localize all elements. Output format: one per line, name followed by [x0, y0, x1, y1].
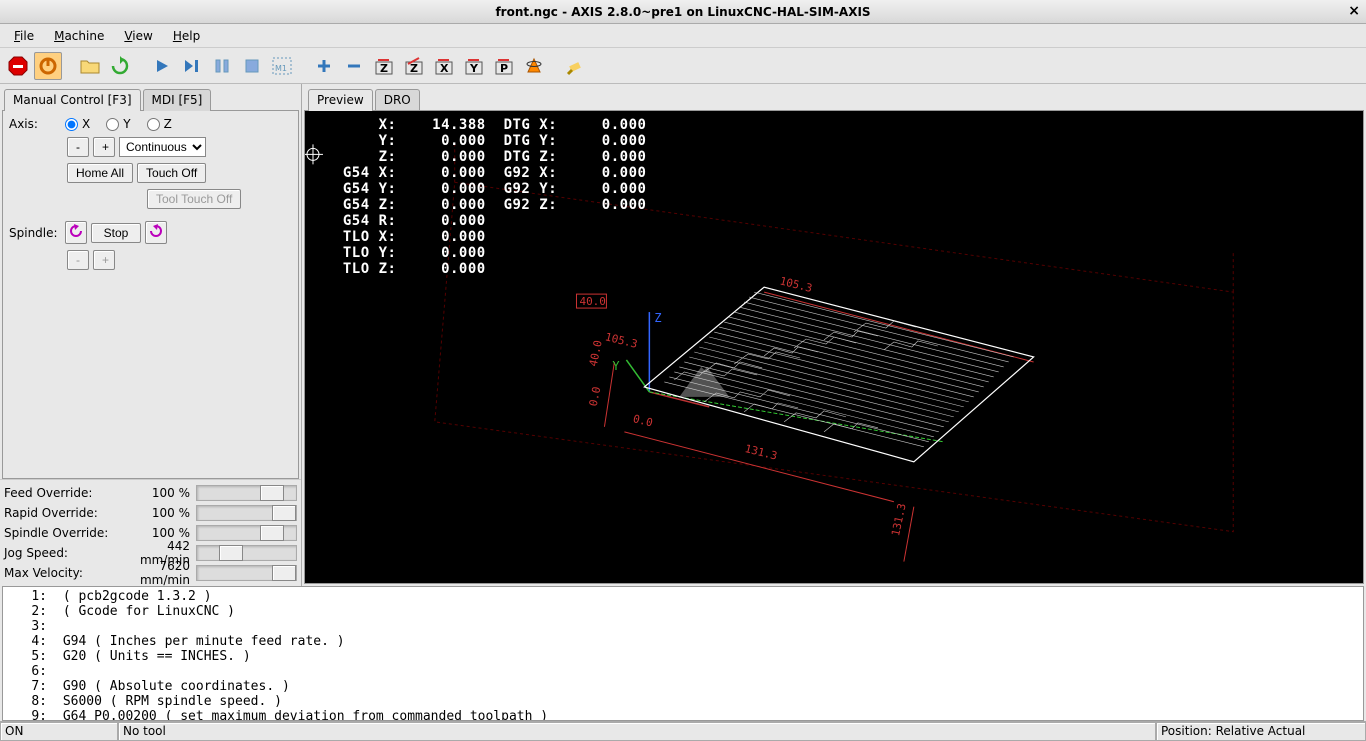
- svg-text:0.0: 0.0: [632, 412, 654, 429]
- pause-icon[interactable]: [208, 52, 236, 80]
- spindle-stop-button[interactable]: Stop: [91, 223, 141, 243]
- override-sliders: Feed Override:100 % Rapid Override:100 %…: [0, 479, 301, 586]
- tool-touch-off-button[interactable]: Tool Touch Off: [147, 189, 241, 209]
- axis-y-radio[interactable]: Y: [106, 117, 130, 131]
- tab-dro[interactable]: DRO: [375, 89, 420, 111]
- axis-x-radio[interactable]: X: [65, 117, 90, 131]
- svg-text:M1: M1: [275, 64, 287, 73]
- menu-help[interactable]: Help: [163, 26, 210, 46]
- tab-preview[interactable]: Preview: [308, 89, 373, 111]
- svg-text:Y: Y: [469, 62, 479, 75]
- skip-icon[interactable]: M1: [268, 52, 296, 80]
- max-velocity-label: Max Velocity:: [4, 566, 114, 580]
- run-icon[interactable]: [148, 52, 176, 80]
- gcode-line[interactable]: 9: G64 P0.00200 ( set maximum deviation …: [7, 709, 1359, 721]
- window-titlebar: front.ngc - AXIS 2.8.0~pre1 on LinuxCNC-…: [0, 0, 1366, 24]
- spindle-override-label: Spindle Override:: [4, 526, 114, 540]
- spindle-ccw-button[interactable]: [65, 221, 87, 244]
- svg-text:Z: Z: [380, 62, 388, 75]
- svg-text:Z: Z: [654, 311, 661, 325]
- rotate-icon[interactable]: [520, 52, 548, 80]
- status-on: ON: [0, 722, 118, 741]
- left-tabs: Manual Control [F3] MDI [F5]: [0, 84, 301, 110]
- feed-override-slider[interactable]: [196, 485, 297, 501]
- svg-text:105.3: 105.3: [604, 330, 639, 351]
- jog-speed-label: Jog Speed:: [4, 546, 114, 560]
- view-z2-icon[interactable]: Z: [400, 52, 428, 80]
- status-position: Position: Relative Actual: [1156, 722, 1366, 741]
- svg-text:131.3: 131.3: [889, 502, 909, 537]
- view-z-icon[interactable]: Z: [370, 52, 398, 80]
- menu-bar: File Machine View Help: [0, 24, 1366, 48]
- feed-override-value: 100 %: [114, 486, 196, 500]
- svg-text:X: X: [440, 62, 449, 75]
- right-tabs: Preview DRO: [302, 84, 1366, 110]
- close-icon[interactable]: ×: [1348, 3, 1360, 19]
- rapid-override-value: 100 %: [114, 506, 196, 520]
- spindle-override-value: 100 %: [114, 526, 196, 540]
- rapid-override-label: Rapid Override:: [4, 506, 114, 520]
- max-velocity-value: 7620 mm/min: [114, 559, 196, 587]
- view-y-icon[interactable]: Y: [460, 52, 488, 80]
- open-icon[interactable]: [76, 52, 104, 80]
- svg-text:131.3: 131.3: [743, 442, 778, 463]
- svg-text:0.0: 0.0: [587, 385, 604, 407]
- spindle-plus-button[interactable]: +: [93, 250, 115, 270]
- axis-z-radio[interactable]: Z: [147, 117, 172, 131]
- jog-minus-button[interactable]: -: [67, 137, 89, 157]
- zoom-in-icon[interactable]: [310, 52, 338, 80]
- max-velocity-slider[interactable]: [196, 565, 297, 581]
- status-bar: ON No tool Position: Relative Actual: [0, 721, 1366, 741]
- power-icon[interactable]: [34, 52, 62, 80]
- jog-plus-button[interactable]: +: [93, 137, 115, 157]
- home-all-button[interactable]: Home All: [67, 163, 133, 183]
- spindle-cw-button[interactable]: [145, 221, 167, 244]
- dro-overlay: X: 14.388 DTG X: 0.000 Y: 0.000 DTG Y: 0…: [325, 117, 646, 277]
- window-title: front.ngc - AXIS 2.8.0~pre1 on LinuxCNC-…: [495, 5, 870, 19]
- step-icon[interactable]: [178, 52, 206, 80]
- view-x-icon[interactable]: X: [430, 52, 458, 80]
- gcode-line[interactable]: 1: ( pcb2gcode 1.3.2 ): [7, 589, 1359, 604]
- touch-off-button[interactable]: Touch Off: [137, 163, 206, 183]
- stop-icon[interactable]: [238, 52, 266, 80]
- tab-mdi[interactable]: MDI [F5]: [143, 89, 212, 111]
- menu-machine[interactable]: Machine: [44, 26, 114, 46]
- estop-icon[interactable]: [4, 52, 32, 80]
- menu-file[interactable]: File: [4, 26, 44, 46]
- zoom-out-icon[interactable]: [340, 52, 368, 80]
- gcode-line[interactable]: 6:: [7, 664, 1359, 679]
- gcode-line[interactable]: 2: ( Gcode for LinuxCNC ): [7, 604, 1359, 619]
- jog-mode-select[interactable]: Continuous: [119, 137, 206, 157]
- preview-viewport[interactable]: X: 14.388 DTG X: 0.000 Y: 0.000 DTG Y: 0…: [304, 110, 1364, 584]
- svg-text:Y: Y: [612, 359, 619, 373]
- status-tool: No tool: [118, 722, 1156, 741]
- toolbar: M1 Z Z X Y P: [0, 48, 1366, 84]
- spindle-override-slider[interactable]: [196, 525, 297, 541]
- manual-control-panel: Axis: X Y Z - + Continuous Home All Touc…: [2, 110, 299, 479]
- gcode-line[interactable]: 5: G20 ( Units == INCHES. ): [7, 649, 1359, 664]
- svg-text:P: P: [500, 62, 508, 75]
- svg-text:40.0: 40.0: [587, 339, 605, 368]
- clear-plot-icon[interactable]: [562, 52, 590, 80]
- gcode-line[interactable]: 3:: [7, 619, 1359, 634]
- gcode-line[interactable]: 8: S6000 ( RPM spindle speed. ): [7, 694, 1359, 709]
- svg-text:40.0: 40.0: [579, 295, 605, 308]
- gcode-listing[interactable]: 1: ( pcb2gcode 1.3.2 )2: ( Gcode for Lin…: [2, 586, 1364, 721]
- axis-label: Axis:: [9, 117, 61, 131]
- gcode-line[interactable]: 7: G90 ( Absolute coordinates. ): [7, 679, 1359, 694]
- view-p-icon[interactable]: P: [490, 52, 518, 80]
- spindle-label: Spindle:: [9, 226, 61, 240]
- spindle-minus-button[interactable]: -: [67, 250, 89, 270]
- rapid-override-slider[interactable]: [196, 505, 297, 521]
- svg-text:Z: Z: [410, 62, 418, 75]
- gcode-line[interactable]: 4: G94 ( Inches per minute feed rate. ): [7, 634, 1359, 649]
- reload-icon[interactable]: [106, 52, 134, 80]
- jog-speed-slider[interactable]: [196, 545, 297, 561]
- menu-view[interactable]: View: [114, 26, 162, 46]
- feed-override-label: Feed Override:: [4, 486, 114, 500]
- tab-manual-control[interactable]: Manual Control [F3]: [4, 89, 141, 111]
